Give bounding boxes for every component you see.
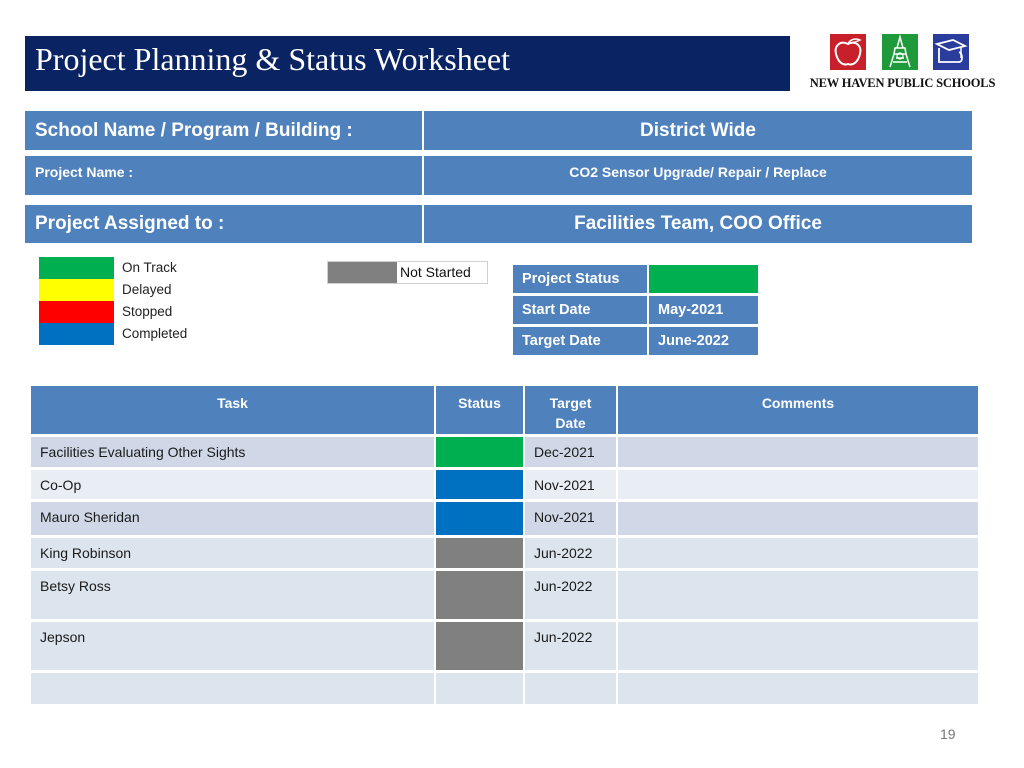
task-comments [618, 502, 978, 535]
task-comments [618, 437, 978, 467]
school-label: School Name / Program / Building : [25, 111, 422, 150]
table-row: Jepson Jun-2022 [31, 622, 978, 670]
legend-swatch-stopped [39, 301, 114, 323]
legend-item: Delayed [39, 279, 239, 301]
task-name: King Robinson [31, 538, 434, 568]
task-name: Betsy Ross [31, 571, 434, 619]
school-value: District Wide [424, 111, 972, 150]
header-target-date: Target Date [525, 386, 616, 434]
legend-item: On Track [39, 257, 239, 279]
legend-swatch-delayed [39, 279, 114, 301]
task-status-cell [436, 437, 523, 467]
tower-icon [882, 34, 918, 70]
page-number: 19 [940, 726, 956, 742]
task-status-cell [436, 538, 523, 568]
legend-swatch-on-track [39, 257, 114, 279]
task-target-date: Jun-2022 [525, 538, 616, 568]
project-name-label: Project Name : [25, 156, 422, 195]
legend-label: On Track [122, 260, 177, 275]
task-target-date: Jun-2022 [525, 571, 616, 619]
header-target-line2: Date [555, 415, 586, 431]
legend-item: Completed [39, 323, 239, 345]
start-date-label: Start Date [513, 296, 647, 324]
legend-label: Completed [122, 326, 188, 341]
header-status: Status [436, 386, 523, 434]
task-target-date [525, 673, 616, 704]
task-comments [618, 622, 978, 670]
task-target-date: Dec-2021 [525, 437, 616, 467]
assigned-label: Project Assigned to : [25, 205, 422, 243]
task-comments [618, 571, 978, 619]
page-title: Project Planning & Status Worksheet [25, 36, 790, 91]
task-target-date: Nov-2021 [525, 502, 616, 535]
task-name: Co-Op [31, 470, 434, 499]
target-date-label: Target Date [513, 327, 647, 355]
school-logo: NEW HAVEN PUBLIC SCHOOLS [805, 34, 1000, 94]
table-row: Betsy Ross Jun-2022 [31, 571, 978, 619]
target-date-value: June-2022 [649, 327, 758, 355]
task-target-date: Jun-2022 [525, 622, 616, 670]
task-table: Task Status Target Date Comments Faciliti… [31, 386, 978, 707]
header-comments: Comments [618, 386, 978, 434]
apple-icon [830, 34, 866, 70]
project-status-box: Project Status Start Date May-2021 Targe… [513, 265, 758, 358]
task-name: Facilities Evaluating Other Sights [31, 437, 434, 467]
legend-item: Stopped [39, 301, 239, 323]
table-row: King Robinson Jun-2022 [31, 538, 978, 568]
task-status-cell [436, 502, 523, 535]
project-status-indicator [649, 265, 758, 293]
legend-swatch-completed [39, 323, 114, 345]
task-name: Jepson [31, 622, 434, 670]
task-target-date: Nov-2021 [525, 470, 616, 499]
graduation-cap-icon [933, 34, 969, 70]
table-row: Facilities Evaluating Other Sights Dec-20… [31, 437, 978, 467]
legend-not-started: Not Started [327, 261, 488, 284]
legend-label: Delayed [122, 282, 172, 297]
assigned-value: Facilities Team, COO Office [424, 205, 972, 243]
header-task: Task [31, 386, 434, 434]
task-comments [618, 470, 978, 499]
task-comments [618, 538, 978, 568]
table-row [31, 673, 978, 704]
legend-label: Stopped [122, 304, 173, 319]
task-name: Mauro Sheridan [31, 502, 434, 535]
header-target-line1: Target [549, 395, 592, 411]
task-status-cell [436, 470, 523, 499]
legend-swatch-not-started [328, 262, 397, 283]
school-row: School Name / Program / Building : Distr… [25, 111, 972, 150]
table-row: Mauro Sheridan Nov-2021 [31, 502, 978, 535]
table-row: Co-Op Nov-2021 [31, 470, 978, 499]
assigned-row: Project Assigned to : Facilities Team, C… [25, 205, 972, 243]
project-name-row: Project Name : CO2 Sensor Upgrade/ Repai… [25, 156, 972, 195]
task-status-cell [436, 571, 523, 619]
task-comments [618, 673, 978, 704]
project-name-value: CO2 Sensor Upgrade/ Repair / Replace [424, 156, 972, 195]
task-name [31, 673, 434, 704]
legend-label: Not Started [400, 264, 471, 280]
org-name: NEW HAVEN PUBLIC SCHOOLS [809, 76, 996, 90]
task-status-cell [436, 622, 523, 670]
table-header: Task Status Target Date Comments [31, 386, 978, 434]
start-date-value: May-2021 [649, 296, 758, 324]
project-status-label: Project Status [513, 265, 647, 293]
task-status-cell [436, 673, 523, 704]
status-legend: On Track Delayed Stopped Completed [39, 257, 239, 345]
